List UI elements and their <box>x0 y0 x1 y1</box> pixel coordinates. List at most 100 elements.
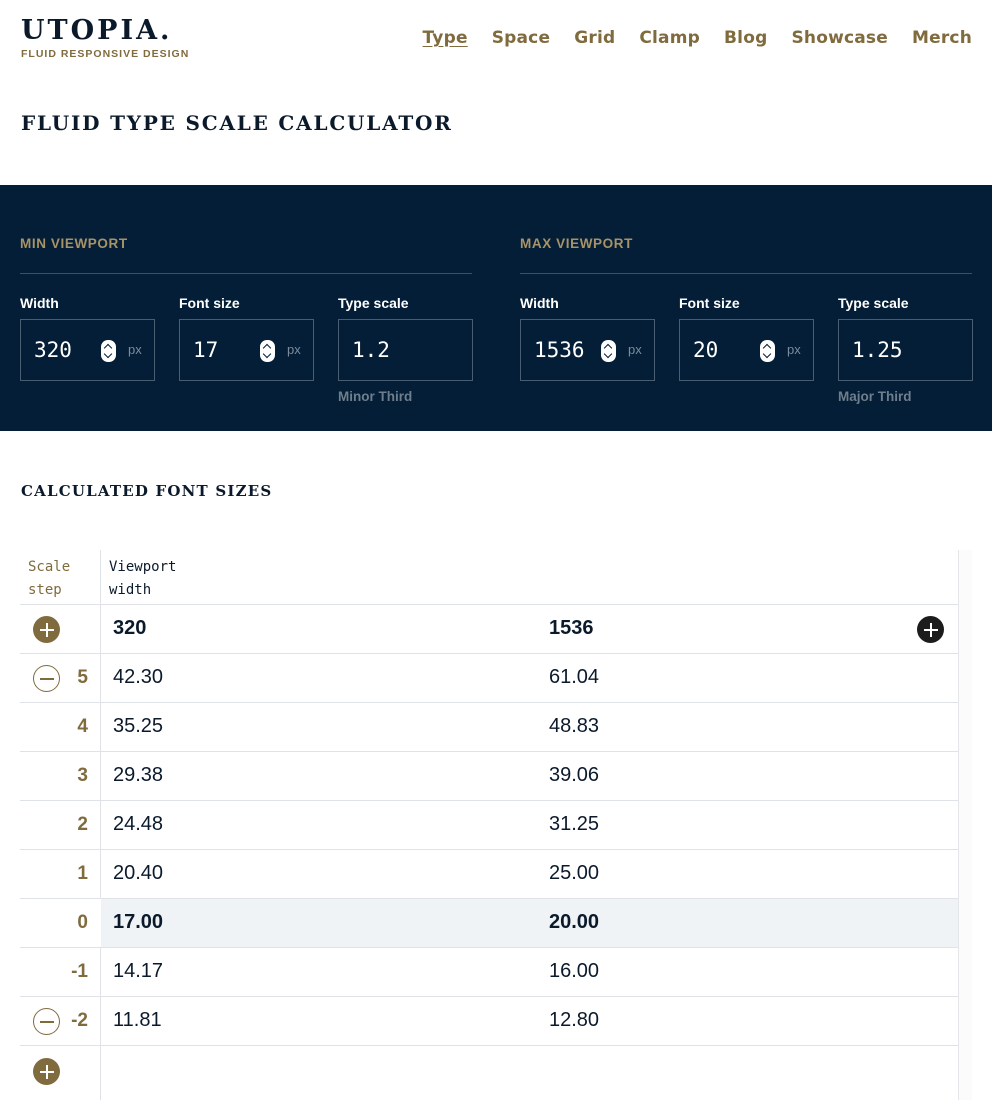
max-size: 39.06 <box>549 764 600 786</box>
max-size: 16.00 <box>549 960 600 982</box>
max-type-scale-label: Type scale <box>838 295 909 311</box>
divider <box>520 273 972 274</box>
max-font-size-stepper-icon[interactable] <box>760 340 775 362</box>
viewport-width-header: Viewport width <box>109 556 176 602</box>
min-scale-name: Minor Third <box>338 389 413 404</box>
main-nav: Type Space Grid Clamp Blog Showcase Merc… <box>423 28 972 48</box>
min-type-scale-field: Type scale 1.2 Minor Third <box>338 295 473 404</box>
max-width-stepper-icon[interactable] <box>601 340 616 362</box>
nav-link-grid[interactable]: Grid <box>574 28 615 48</box>
plus-circle-icon[interactable] <box>33 1058 60 1085</box>
header-text: step <box>28 582 62 598</box>
max-type-scale-field: Type scale 1.25 Major Third <box>838 295 973 404</box>
nav-link-space[interactable]: Space <box>492 28 551 48</box>
max-size: 20.00 <box>549 911 600 933</box>
table-header: Scale step Viewport width <box>20 550 958 605</box>
viewport-max-value: 1536 <box>549 617 594 639</box>
scale-step: 4 <box>77 716 88 737</box>
nav-link-blog[interactable]: Blog <box>724 28 767 48</box>
viewport-row: 320 1536 <box>20 605 958 654</box>
scale-step: 1 <box>77 863 88 884</box>
header-text: Scale <box>28 559 71 575</box>
table-row: -2 11.81 12.80 <box>20 997 958 1046</box>
max-size: 12.80 <box>549 1009 600 1031</box>
min-font-size-unit: px <box>287 342 301 357</box>
max-width-unit: px <box>628 342 642 357</box>
viewport-min-value: 320 <box>113 617 147 639</box>
logo-wordmark: UTOPIA. <box>21 15 173 46</box>
table-row: 4 35.25 48.83 <box>20 703 958 752</box>
min-width-input[interactable]: 320 px <box>20 319 155 381</box>
max-font-size-input[interactable]: 20 px <box>679 319 814 381</box>
minus-circle-icon[interactable] <box>33 665 60 692</box>
scale-step: 3 <box>77 765 88 786</box>
min-font-size-field: Font size 17 px <box>179 295 314 381</box>
min-size: 35.25 <box>113 715 164 737</box>
min-type-scale-value: 1.2 <box>352 338 390 362</box>
max-width-field: Width 1536 px <box>520 295 655 381</box>
max-size: 31.25 <box>549 813 600 835</box>
max-font-size-label: Font size <box>679 295 740 311</box>
min-width-value: 320 <box>34 338 72 362</box>
min-width-field: Width 320 px <box>20 295 155 381</box>
max-size: 48.83 <box>549 715 600 737</box>
max-width-value: 1536 <box>534 338 585 362</box>
scale-step: 2 <box>77 814 88 835</box>
divider <box>20 273 472 274</box>
max-type-scale-input[interactable]: 1.25 <box>838 319 973 381</box>
viewport-config-panel: MIN VIEWPORT Width 320 px Font size 17 p… <box>0 185 992 431</box>
min-size: 11.81 <box>113 1009 162 1031</box>
min-size: 42.30 <box>113 666 164 688</box>
min-size: 20.40 <box>113 862 164 884</box>
max-viewport-heading: MAX VIEWPORT <box>520 236 633 251</box>
calculated-sizes-title: CALCULATED FONT SIZES <box>21 482 273 500</box>
plus-circle-icon[interactable] <box>917 616 944 643</box>
logo[interactable]: UTOPIA. FLUID RESPONSIVE DESIGN <box>21 15 190 61</box>
scale-step: 0 <box>77 912 88 933</box>
min-font-size-input[interactable]: 17 px <box>179 319 314 381</box>
table-row: 3 29.38 39.06 <box>20 752 958 801</box>
nav-link-merch[interactable]: Merch <box>912 28 972 48</box>
min-viewport-heading: MIN VIEWPORT <box>20 236 128 251</box>
min-width-label: Width <box>20 295 59 311</box>
min-font-size-value: 17 <box>193 338 219 362</box>
min-size: 24.48 <box>113 813 164 835</box>
min-width-stepper-icon[interactable] <box>101 340 116 362</box>
highlight-mask <box>20 899 101 947</box>
max-width-label: Width <box>520 295 559 311</box>
max-size: 61.04 <box>549 666 600 688</box>
nav-link-clamp[interactable]: Clamp <box>639 28 700 48</box>
nav-link-showcase[interactable]: Showcase <box>791 28 888 48</box>
min-width-unit: px <box>128 342 142 357</box>
logo-tagline: FLUID RESPONSIVE DESIGN <box>21 48 190 60</box>
scale-step: -2 <box>71 1010 88 1031</box>
max-scale-name: Major Third <box>838 389 912 404</box>
table-scroll-edge <box>958 550 972 1100</box>
max-size: 25.00 <box>549 862 600 884</box>
min-size: 29.38 <box>113 764 164 786</box>
min-font-size-label: Font size <box>179 295 240 311</box>
min-size: 14.17 <box>113 960 164 982</box>
scale-step: -1 <box>71 961 88 982</box>
scale-step-header: Scale step <box>28 556 70 602</box>
nav-link-type[interactable]: Type <box>423 28 468 48</box>
minus-circle-icon[interactable] <box>33 1008 60 1035</box>
table-row: -1 14.17 16.00 <box>20 948 958 997</box>
max-type-scale-value: 1.25 <box>852 338 903 362</box>
table-row: 5 42.30 61.04 <box>20 654 958 703</box>
page-title: FLUID TYPE SCALE CALCULATOR <box>21 111 453 135</box>
base-step-row: 0 17.00 20.00 <box>20 899 958 948</box>
header-text: width <box>109 582 152 598</box>
min-size: 17.00 <box>113 911 164 933</box>
min-type-scale-label: Type scale <box>338 295 409 311</box>
max-font-size-value: 20 <box>693 338 719 362</box>
max-width-input[interactable]: 1536 px <box>520 319 655 381</box>
plus-circle-icon[interactable] <box>33 616 60 643</box>
scale-step: 5 <box>77 667 88 688</box>
header-text: Viewport <box>109 559 177 575</box>
site-header: UTOPIA. FLUID RESPONSIVE DESIGN Type Spa… <box>0 0 992 90</box>
min-type-scale-input[interactable]: 1.2 <box>338 319 473 381</box>
min-font-size-stepper-icon[interactable] <box>260 340 275 362</box>
table-row: 2 24.48 31.25 <box>20 801 958 850</box>
table-row: 1 20.40 25.00 <box>20 850 958 899</box>
